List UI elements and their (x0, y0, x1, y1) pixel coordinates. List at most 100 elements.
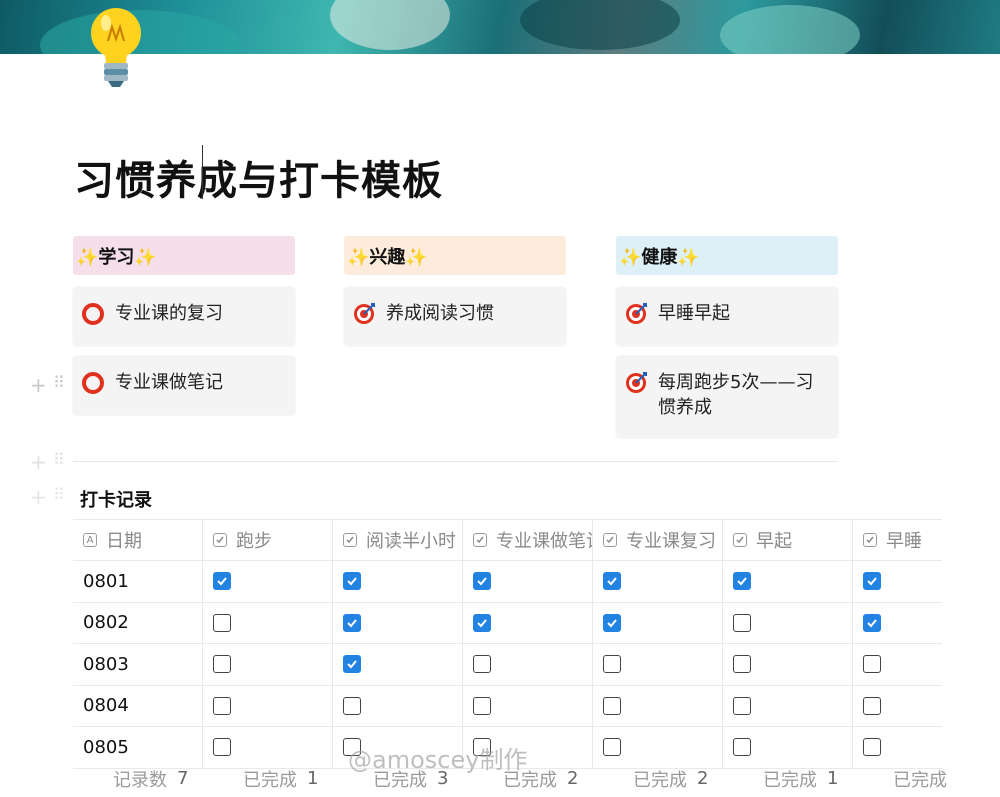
checkbox-cell (333, 685, 463, 727)
checkbox-cell (723, 685, 853, 727)
checkbox-cell (463, 685, 593, 727)
checkbox-checked[interactable] (473, 572, 491, 591)
drag-handle-icon[interactable]: ⠿ (53, 485, 65, 504)
drag-handle-icon[interactable]: ⠿ (53, 450, 65, 469)
add-block-icon[interactable]: + (30, 373, 47, 397)
checkbox-unchecked[interactable] (733, 738, 751, 757)
checkbox-unchecked[interactable] (733, 613, 751, 632)
checkbox-checked[interactable] (603, 613, 621, 632)
checkbox-unchecked[interactable] (603, 738, 621, 757)
checkbox-cell (593, 685, 723, 727)
checkbox-cell (203, 561, 333, 603)
column-header-label: 跑步 (236, 531, 272, 552)
divider (73, 461, 838, 462)
checkbox-cell (723, 644, 853, 686)
column-header-checkbox[interactable]: 专业课复习 (593, 519, 723, 561)
cover-highlight (720, 5, 860, 54)
checkbox-cell (723, 602, 853, 644)
habit-card[interactable]: 早睡早起 (616, 287, 838, 346)
checkbox-unchecked[interactable] (213, 696, 231, 715)
footer-calculation[interactable]: 已完成 (893, 760, 1000, 797)
checkbox-checked[interactable] (863, 613, 881, 632)
database-title[interactable]: 打卡记录 (80, 486, 152, 512)
checkbox-unchecked[interactable] (733, 655, 751, 674)
checkbox-checked[interactable] (603, 572, 621, 591)
column-header[interactable]: ✨兴趣✨ (344, 236, 566, 275)
checkbox-property-icon (213, 533, 227, 547)
column-header-checkbox[interactable]: 早睡 (853, 519, 942, 561)
checkbox-checked[interactable] (343, 655, 361, 674)
checkbox-checked[interactable] (343, 613, 361, 632)
habit-card[interactable]: 养成阅读习惯 (344, 287, 566, 346)
checkbox-unchecked[interactable] (603, 655, 621, 674)
column-header-checkbox[interactable]: 跑步 (203, 519, 333, 561)
checkbox-unchecked[interactable] (863, 655, 881, 674)
target-icon (626, 303, 647, 324)
checkbox-checked[interactable] (733, 572, 751, 591)
column-header-checkbox[interactable]: 早起 (723, 519, 853, 561)
checkbox-cell (333, 561, 463, 603)
footer-label: 记录数 (113, 769, 167, 791)
checkbox-unchecked[interactable] (473, 696, 491, 715)
checkbox-cell (333, 644, 463, 686)
footer-calculation[interactable]: 记录数 7 (113, 760, 223, 797)
checkbox-checked[interactable] (863, 572, 881, 591)
column-header-date[interactable]: A 日期 (73, 519, 203, 561)
checkbox-unchecked[interactable] (863, 696, 881, 715)
add-block-icon[interactable]: + (30, 450, 47, 474)
column-header[interactable]: ✨健康✨ (616, 236, 838, 275)
footer-value: 7 (177, 768, 189, 789)
checkbox-cell (593, 602, 723, 644)
column-interest: ✨兴趣✨ 养成阅读习惯 (344, 236, 566, 346)
page-title[interactable]: 习惯养成与打卡模板 (74, 148, 443, 206)
footer-calculation[interactable]: 已完成 1 (243, 760, 353, 797)
checkbox-checked[interactable] (213, 572, 231, 591)
target-icon (626, 372, 647, 393)
habit-text: 专业课做笔记 (115, 372, 223, 393)
checkbox-unchecked[interactable] (473, 655, 491, 674)
checkbox-cell (463, 644, 593, 686)
column-header-label: 早起 (756, 531, 792, 552)
habit-text: 养成阅读习惯 (386, 303, 494, 324)
checkbox-property-icon (733, 533, 747, 547)
watermark: @amoscey制作 (348, 746, 528, 774)
drag-handle-icon[interactable]: ⠿ (53, 373, 65, 392)
column-header-checkbox[interactable]: 阅读半小时 (333, 519, 463, 561)
lightbulb-icon[interactable] (84, 5, 148, 89)
checkbox-unchecked[interactable] (343, 696, 361, 715)
checkbox-cell (853, 603, 942, 644)
checkbox-cell (203, 602, 333, 644)
column-header[interactable]: ✨学习✨ (73, 236, 295, 275)
target-icon (354, 303, 375, 324)
habit-text: 每周跑步5次——习惯养成 (658, 372, 814, 418)
checkbox-unchecked[interactable] (213, 613, 231, 632)
footer-value: 1 (827, 768, 839, 789)
checkbox-unchecked[interactable] (603, 696, 621, 715)
footer-label: 已完成 (243, 769, 297, 791)
date-cell[interactable]: 0801 (73, 561, 203, 603)
habit-card[interactable]: 专业课做笔记 (73, 356, 295, 415)
date-cell[interactable]: 0804 (73, 685, 203, 727)
checkbox-cell (203, 644, 333, 686)
column-header-label: 早睡 (886, 531, 922, 552)
habit-card[interactable]: 每周跑步5次——习惯养成 (616, 356, 838, 438)
column-header-label: 日期 (106, 531, 142, 552)
checkbox-unchecked[interactable] (213, 738, 231, 757)
checkbox-cell (333, 602, 463, 644)
checkbox-checked[interactable] (473, 613, 491, 632)
add-block-icon[interactable]: + (30, 485, 47, 509)
cover-image[interactable] (0, 0, 1000, 54)
checkbox-unchecked[interactable] (733, 696, 751, 715)
footer-calculation[interactable]: 已完成 1 (763, 760, 873, 797)
checkbox-unchecked[interactable] (213, 655, 231, 674)
checkbox-cell (593, 644, 723, 686)
footer-value: 2 (697, 768, 709, 789)
date-cell[interactable]: 0802 (73, 602, 203, 644)
footer-calculation[interactable]: 已完成 2 (633, 760, 743, 797)
checkbox-checked[interactable] (343, 572, 361, 591)
date-cell[interactable]: 0803 (73, 644, 203, 686)
checkbox-unchecked[interactable] (863, 738, 881, 757)
column-health: ✨健康✨ 早睡早起 每周跑步5次——习惯养成 (616, 236, 838, 438)
habit-card[interactable]: 专业课的复习 (73, 287, 295, 346)
column-header-checkbox[interactable]: 专业课做笔记 (463, 519, 593, 561)
